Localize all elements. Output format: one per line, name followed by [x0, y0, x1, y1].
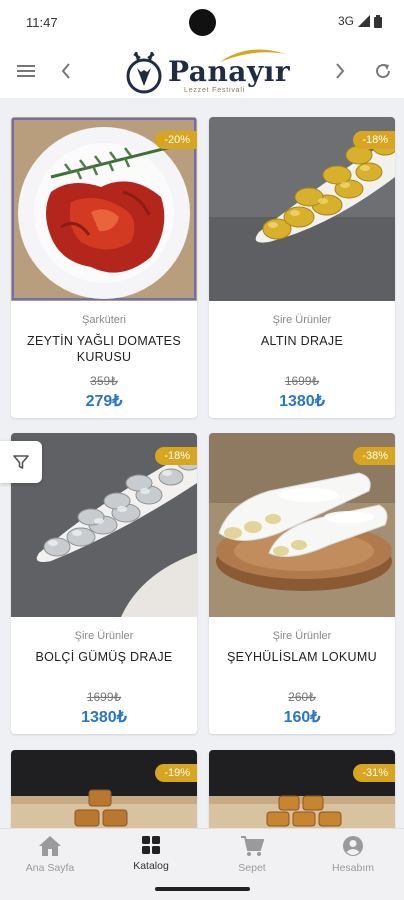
product-name[interactable]: ŞEYHÜLİSLAM LOKUMU	[219, 649, 385, 665]
product-card[interactable]: -18% Şire Ürünler ALTIN DRAJE 1699₺ 1380…	[209, 117, 395, 418]
nav-account-label: Hesabım	[331, 862, 374, 874]
pastry-image	[11, 750, 197, 828]
product-image[interactable]: -31%	[209, 750, 395, 828]
product-image[interactable]: -20%	[11, 117, 197, 301]
product-name[interactable]: ALTIN DRAJE	[219, 333, 385, 349]
brand-tagline: Lezzet Festivali	[184, 87, 246, 94]
forward-icon[interactable]	[325, 56, 355, 86]
pastry-image	[209, 750, 395, 828]
discount-badge: -20%	[155, 131, 197, 149]
battery-icon	[374, 14, 382, 28]
nav-catalog-label: Katalog	[133, 860, 169, 872]
nav-cart[interactable]: Sepet	[202, 835, 302, 881]
product-card[interactable]: -19%	[11, 750, 197, 828]
app-header: Panayır Lezzet Festivali	[0, 44, 404, 98]
cart-icon	[241, 836, 264, 856]
product-price: 279₺	[85, 393, 123, 410]
deer-emblem-icon	[126, 51, 162, 94]
discount-badge: -38%	[353, 447, 395, 465]
product-card[interactable]: -38% Şire Ürünler ŞEYHÜLİSLAM LOKUMU 260…	[209, 433, 395, 734]
product-category: Şire Ürünler	[272, 314, 332, 326]
filter-icon	[13, 455, 29, 469]
nav-cart-label: Sepet	[238, 862, 266, 874]
brand-swoosh-icon	[220, 49, 286, 62]
product-old-price: 1699₺	[284, 374, 320, 388]
product-name[interactable]: ZEYTİN YAĞLI DOMATES KURUSU	[21, 333, 187, 365]
brand-logo[interactable]: Panayır Lezzet Festivali	[122, 46, 290, 98]
status-time: 11:47	[26, 15, 58, 30]
product-category: Şarküteri	[81, 314, 127, 326]
product-image[interactable]: -18%	[209, 117, 395, 301]
product-price: 1380₺	[279, 393, 325, 410]
network-label: 3G	[337, 14, 354, 28]
discount-badge: -31%	[353, 764, 395, 782]
discount-badge: -19%	[155, 764, 197, 782]
account-icon	[343, 836, 363, 856]
product-category: Şire Ürünler	[272, 630, 332, 642]
product-name[interactable]: BOLÇİ GÜMÜŞ DRAJE	[21, 649, 187, 665]
camera-cutout	[189, 9, 216, 36]
signal-icon	[358, 15, 370, 27]
nav-account[interactable]: Hesabım	[303, 835, 403, 881]
status-bar: 11:47 3G	[0, 0, 404, 44]
home-icon	[39, 836, 61, 856]
nav-home-label: Ana Sayfa	[25, 862, 75, 874]
gesture-bar[interactable]	[155, 887, 250, 891]
back-icon[interactable]	[51, 56, 81, 86]
product-old-price: 359₺	[90, 374, 118, 388]
discount-badge: -18%	[353, 131, 395, 149]
filter-button[interactable]	[0, 441, 42, 483]
product-price: 1380₺	[81, 709, 127, 726]
nav-catalog[interactable]: Katalog	[101, 835, 201, 881]
product-category: Şire Ürünler	[74, 630, 134, 642]
product-card[interactable]: -31%	[209, 750, 395, 828]
product-card[interactable]: -20% Şarküteri ZEYTİN YAĞLI DOMATES KURU…	[11, 117, 197, 418]
grid-icon	[142, 836, 160, 854]
refresh-icon[interactable]	[368, 56, 398, 86]
product-price: 160₺	[283, 709, 321, 726]
discount-badge: -18%	[155, 447, 197, 465]
product-grid: -20% Şarküteri ZEYTİN YAĞLI DOMATES KURU…	[0, 98, 404, 828]
menu-icon[interactable]	[11, 56, 41, 86]
nav-home[interactable]: Ana Sayfa	[0, 835, 100, 881]
system-icons: 3G	[338, 14, 382, 28]
product-old-price: 260₺	[288, 690, 316, 704]
product-image[interactable]: -38%	[209, 433, 395, 617]
product-image[interactable]: -19%	[11, 750, 197, 828]
product-old-price: 1699₺	[86, 690, 122, 704]
